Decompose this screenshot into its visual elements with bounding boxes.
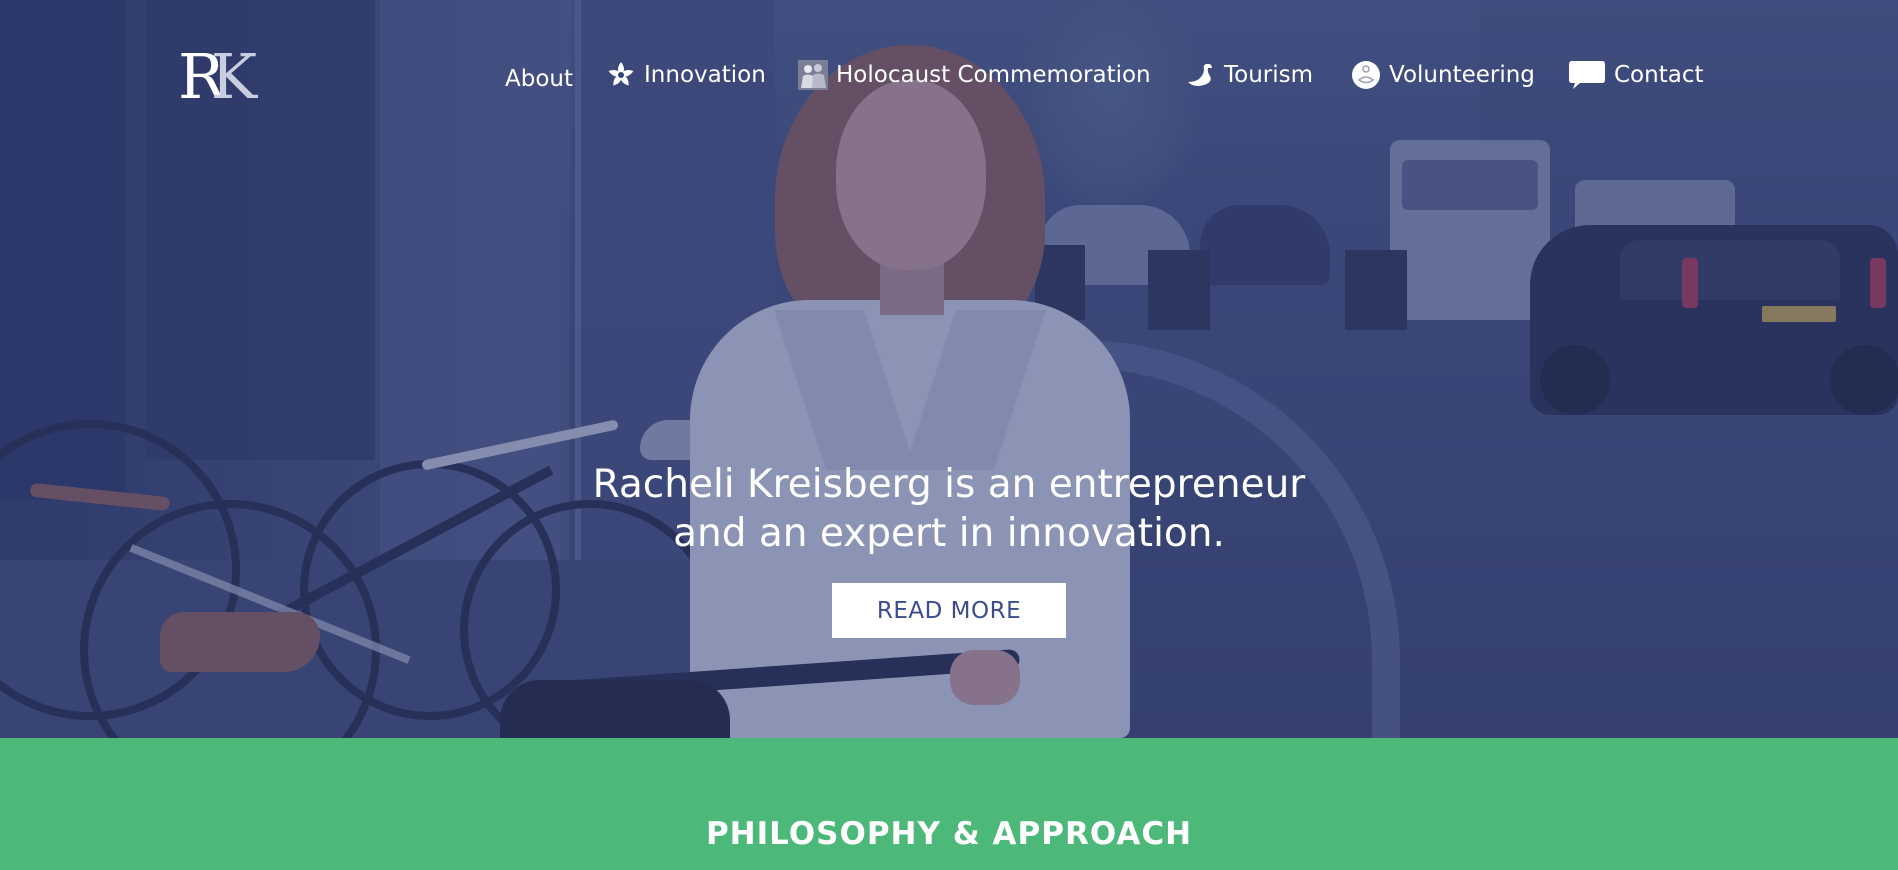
nav-item-holocaust-commemoration[interactable]: Holocaust Commemoration — [798, 55, 1151, 95]
hands-icon — [1351, 60, 1381, 90]
philosophy-section: PHILOSOPHY & APPROACH — [0, 738, 1898, 870]
nav-item-label: Contact — [1614, 62, 1704, 88]
nav-item-label: Volunteering — [1389, 62, 1535, 88]
read-more-button[interactable]: READ MORE — [832, 583, 1066, 638]
nav-item-label: Holocaust Commemoration — [836, 62, 1151, 88]
nav-item-label: Innovation — [644, 62, 766, 88]
speech-bubble-icon — [1568, 60, 1606, 90]
nav-item-about[interactable]: About — [505, 59, 573, 99]
hero-headline-line-2: and an expert in innovation. — [673, 511, 1225, 556]
hero-headline-line-1: Racheli Kreisberg is an entrepreneur — [592, 462, 1306, 507]
hero-section: RK About Innovation Holocaust Commemorat… — [0, 0, 1898, 738]
swan-icon — [1186, 60, 1216, 90]
philosophy-title: PHILOSOPHY & APPROACH — [705, 816, 1193, 852]
flower-icon — [606, 60, 636, 90]
nav-item-contact[interactable]: Contact — [1568, 55, 1703, 95]
nav-item-label: About — [505, 66, 574, 92]
hero-headline: Racheli Kreisberg is an entrepreneur and… — [449, 460, 1449, 558]
nav-item-volunteering[interactable]: Volunteering — [1351, 55, 1535, 95]
people-icon — [798, 60, 828, 90]
main-navigation: About Innovation Holocaust Commemoration… — [0, 55, 1898, 95]
nav-item-label: Tourism — [1224, 62, 1314, 88]
nav-item-innovation[interactable]: Innovation — [606, 55, 766, 95]
nav-item-tourism[interactable]: Tourism — [1186, 55, 1313, 95]
